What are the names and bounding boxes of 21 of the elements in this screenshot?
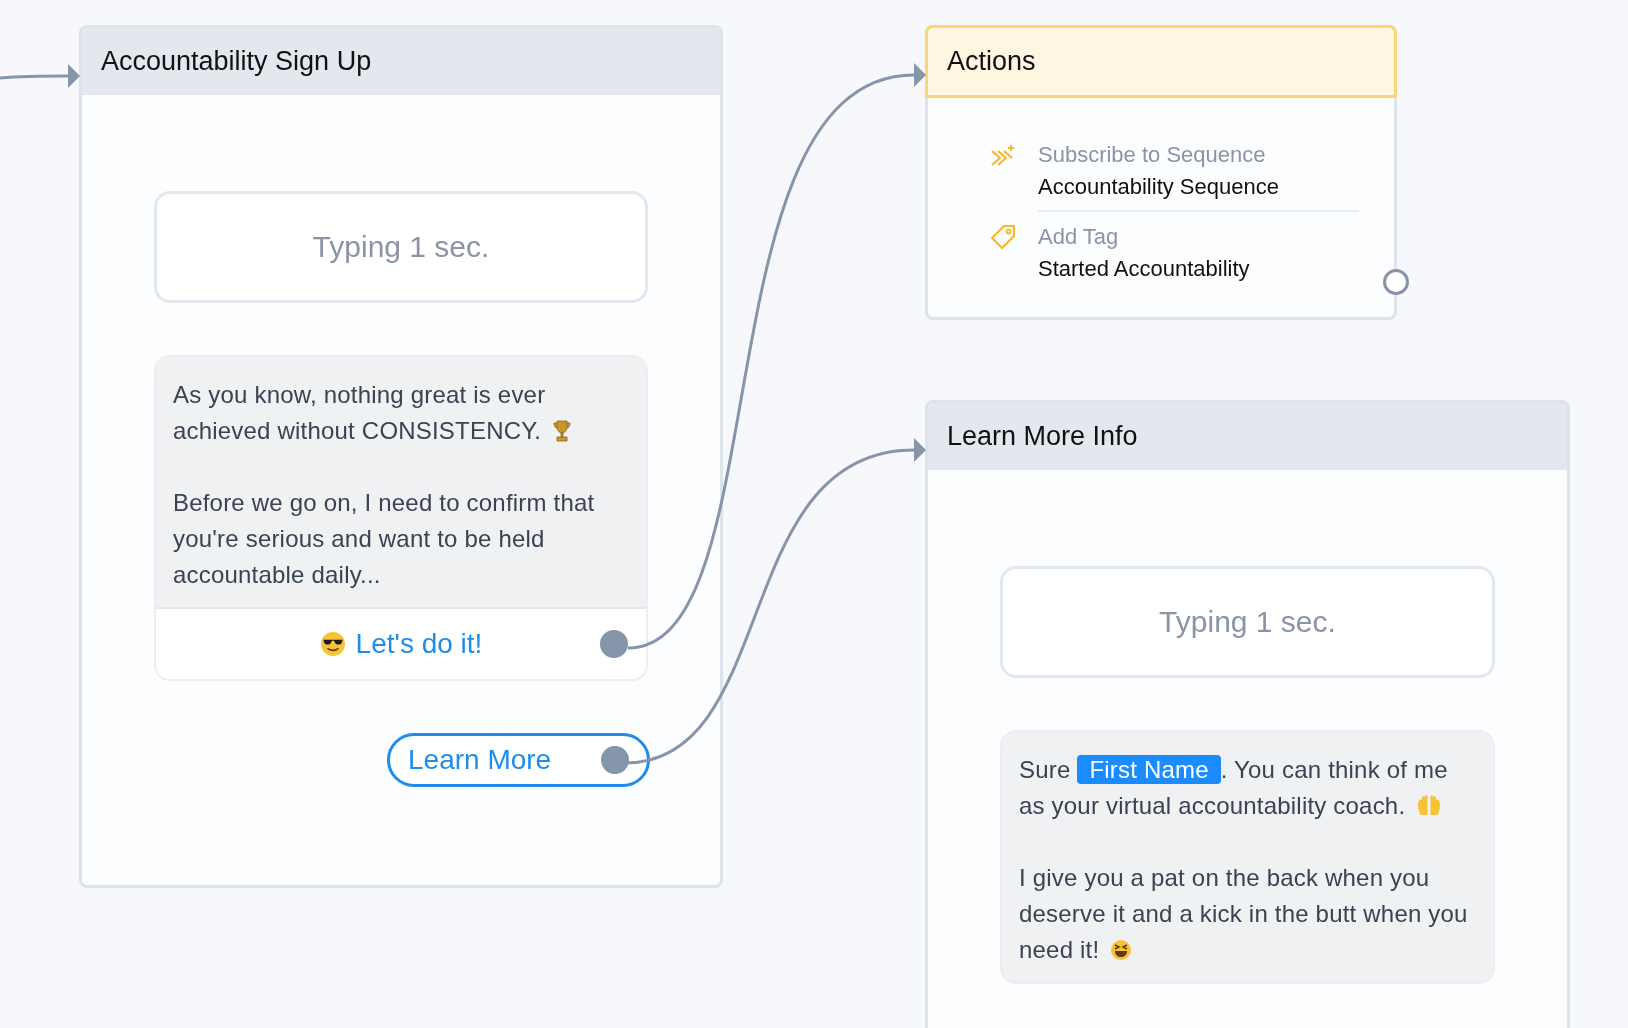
message-text: Before we go on, I need to confirm that you're serious and want to be held accountable daily...: [173, 488, 596, 590]
action-type: Add Tag: [1038, 224, 1120, 250]
message-text: I give you a pat on the back when you deserve it and a kick in the butt when you need it!: [1019, 863, 1469, 965]
action-type: Subscribe to Sequence: [1038, 142, 1267, 168]
node-title[interactable]: Accountability Sign Up: [82, 28, 720, 95]
output-port[interactable]: [601, 746, 629, 774]
message-text: As you know, nothing great is ever achieved without CONSISTENCY.: [173, 377, 616, 449]
message-bubble[interactable]: Sure First Name . You can think of me as your virtual accountability coach. I give you a pat on the back when you deserve it and a kick in the butt when you need it!: [1000, 730, 1495, 984]
output-port[interactable]: [1383, 269, 1409, 295]
message-text: Sure First Name . You can think of me as your virtual accountability coach.: [1019, 754, 1449, 821]
output-port[interactable]: [600, 630, 628, 658]
raised-hands-icon: [1416, 795, 1443, 817]
laughing-face-icon: [1110, 939, 1133, 961]
action-value: Accountability Sequence: [1038, 174, 1280, 200]
node-title[interactable]: Learn More Info: [928, 403, 1567, 470]
tag-icon: [990, 224, 1016, 250]
trophy-icon: [552, 420, 573, 442]
sunglasses-face-icon: [319, 631, 346, 657]
node-title[interactable]: Actions: [925, 25, 1397, 98]
message-bubble[interactable]: As you know, nothing great is ever achieved without CONSISTENCY. Before we go on, I need to confirm that you're serious and want to be held accountable daily... Let's do it!: [154, 355, 648, 681]
action-value: Started Accountability: [1038, 256, 1251, 282]
